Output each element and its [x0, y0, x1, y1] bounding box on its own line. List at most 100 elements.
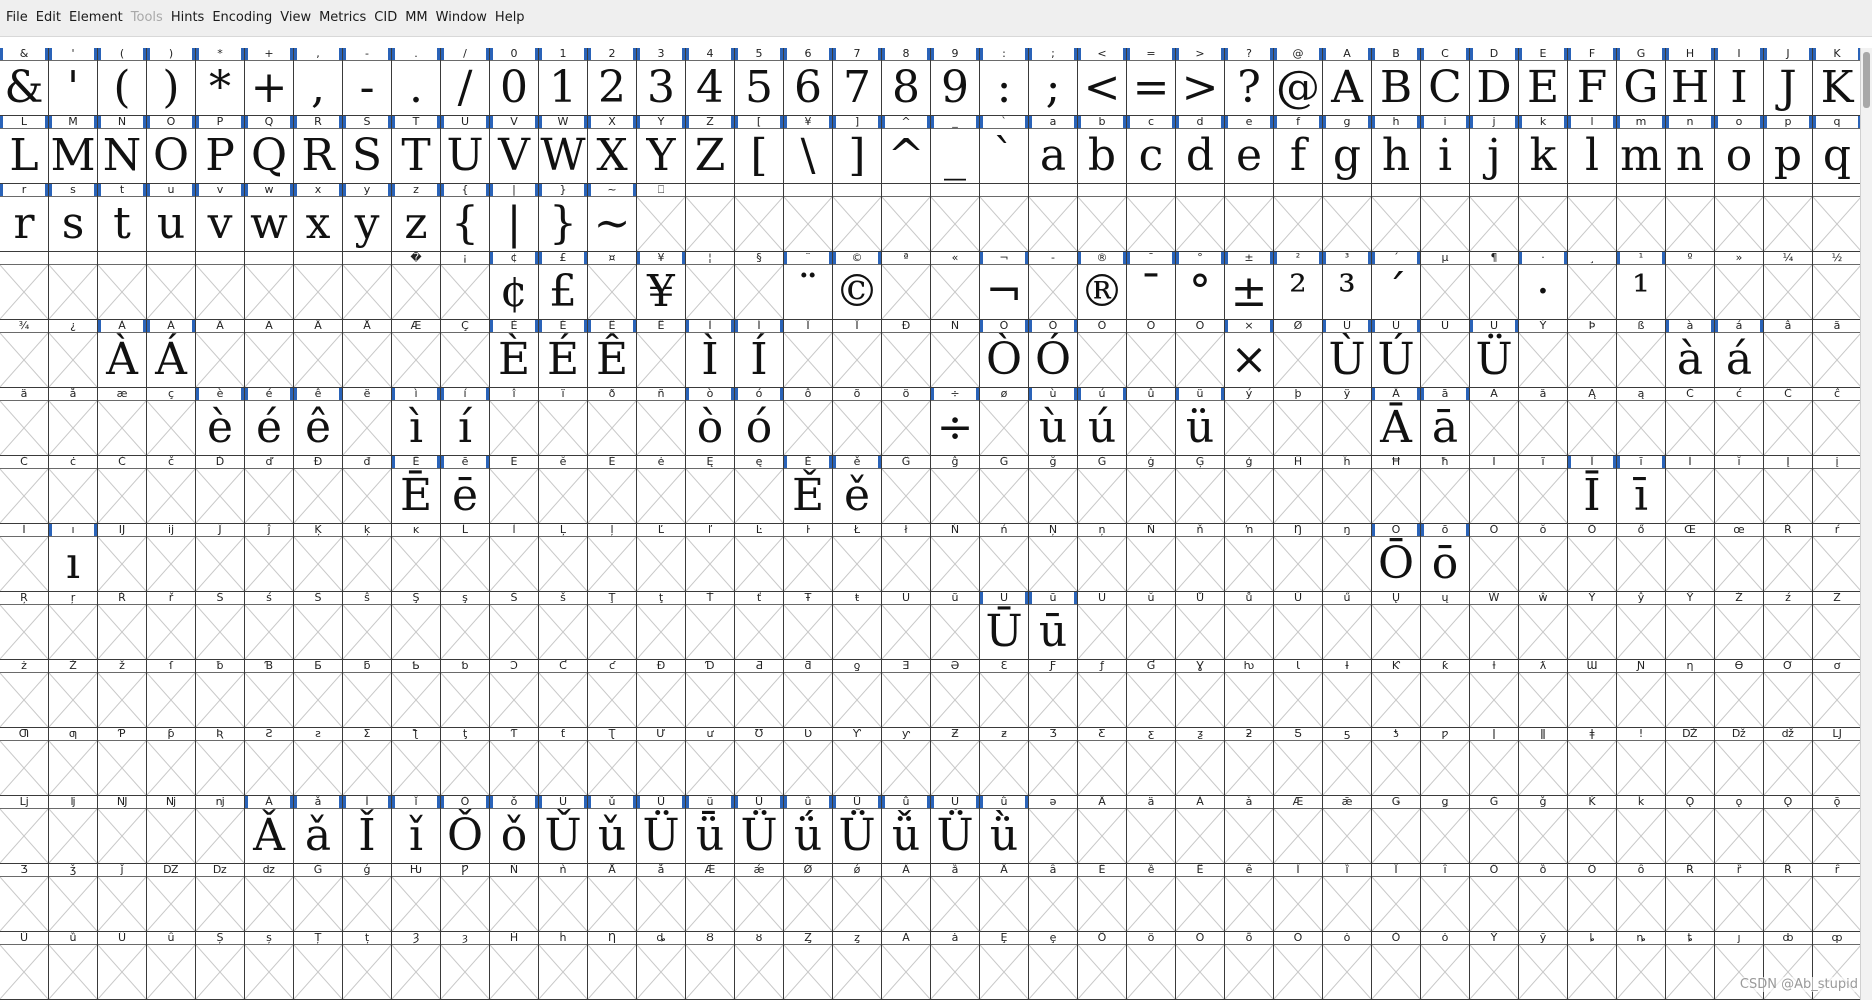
vertical-scrollbar[interactable]	[1860, 48, 1872, 1000]
glyph-cell[interactable]: õ	[833, 388, 882, 456]
glyph-cell[interactable]: ǧ	[1519, 796, 1568, 864]
glyph-cell[interactable]: ll	[1568, 116, 1617, 184]
glyph-cell[interactable]: Ǫ	[1666, 796, 1715, 864]
glyph-cell[interactable]: Ʋ	[784, 728, 833, 796]
glyph-cell[interactable]: ȭ	[1225, 932, 1274, 1000]
glyph-cell[interactable]: ĪĪ	[1568, 456, 1617, 524]
glyph-cell[interactable]: ǰ	[98, 864, 147, 932]
glyph-cell[interactable]	[980, 184, 1029, 252]
glyph-cell[interactable]: ǥ	[1421, 796, 1470, 864]
glyph-cell[interactable]: Č	[98, 456, 147, 524]
glyph-cell[interactable]: ^ ^	[882, 116, 931, 184]
glyph-cell[interactable]: ǛǛ	[931, 796, 980, 864]
glyph-cell[interactable]: ġ	[1127, 456, 1176, 524]
glyph-cell[interactable]: Ə	[931, 660, 980, 728]
glyph-cell[interactable]: ǋ	[147, 796, 196, 864]
glyph-cell[interactable]: ķ	[343, 524, 392, 592]
glyph-cell[interactable]: ÿ	[1323, 388, 1372, 456]
glyph-cell[interactable]: aa	[1029, 116, 1078, 184]
glyph-cell[interactable]: Ķ	[294, 524, 343, 592]
glyph-cell[interactable]: vv	[196, 184, 245, 252]
glyph-cell[interactable]: Ȳ	[1470, 932, 1519, 1000]
glyph-cell[interactable]: Ǧ	[1470, 796, 1519, 864]
glyph-cell[interactable]: ĭ	[1715, 456, 1764, 524]
glyph-cell[interactable]: 22	[588, 48, 637, 116]
glyph-cell[interactable]: ǿ	[833, 864, 882, 932]
glyph-cell[interactable]: ùù	[1029, 388, 1078, 456]
glyph-cell[interactable]: ñ	[637, 388, 686, 456]
glyph-cell[interactable]: Ų	[1372, 592, 1421, 660]
glyph-cell[interactable]: ƅ	[441, 660, 490, 728]
glyph-cell[interactable]: ŉ	[1225, 524, 1274, 592]
glyph-cell[interactable]: Õ	[1127, 320, 1176, 388]
glyph-cell[interactable]: ǝ	[1029, 796, 1078, 864]
glyph-cell[interactable]: Ä	[294, 320, 343, 388]
glyph-cell[interactable]: ƀ	[196, 660, 245, 728]
glyph-cell[interactable]: > >	[1176, 48, 1225, 116]
glyph-cell[interactable]: Ǿ	[784, 864, 833, 932]
glyph-cell[interactable]: 55	[735, 48, 784, 116]
glyph-cell[interactable]: àà	[1666, 320, 1715, 388]
glyph-cell[interactable]: ƛ	[1519, 660, 1568, 728]
glyph-cell[interactable]: íí	[441, 388, 490, 456]
glyph-cell[interactable]: Ň	[1127, 524, 1176, 592]
glyph-cell[interactable]: 88	[882, 48, 931, 116]
glyph-cell[interactable]: ė	[637, 456, 686, 524]
glyph-cell[interactable]	[1421, 184, 1470, 252]
glyph-cell[interactable]: ÁÁ	[147, 320, 196, 388]
glyph-cell[interactable]: Ĥ	[1274, 456, 1323, 524]
glyph-cell[interactable]: Ȯ	[1274, 932, 1323, 1000]
glyph-cell[interactable]	[931, 184, 980, 252]
glyph-cell[interactable]: ÌÌ	[686, 320, 735, 388]
glyph-cell[interactable]: TT	[392, 116, 441, 184]
glyph-cell[interactable]: --	[343, 48, 392, 116]
glyph-cell[interactable]: JJ	[1764, 48, 1813, 116]
glyph-cell[interactable]: hh	[1372, 116, 1421, 184]
glyph-cell[interactable]: Ɣ	[1176, 660, 1225, 728]
glyph-cell[interactable]: Ô	[1078, 320, 1127, 388]
glyph-cell[interactable]: RR	[294, 116, 343, 184]
glyph-cell[interactable]: Ţ	[588, 592, 637, 660]
glyph-cell[interactable]: Ę	[686, 456, 735, 524]
glyph-cell[interactable]: ÓÓ	[1029, 320, 1078, 388]
glyph-cell[interactable]: Ƭ	[490, 728, 539, 796]
glyph-cell[interactable]: ǕǕ	[637, 796, 686, 864]
glyph-cell[interactable]: Ɲ	[1617, 660, 1666, 728]
glyph-cell[interactable]: 33	[637, 48, 686, 116]
glyph-cell[interactable]: Ɩ	[1274, 660, 1323, 728]
glyph-cell[interactable]: ¸	[1568, 252, 1617, 320]
glyph-cell[interactable]: cc	[1127, 116, 1176, 184]
glyph-cell[interactable]: Ǽ	[686, 864, 735, 932]
glyph-cell[interactable]: ƞ	[1666, 660, 1715, 728]
glyph-cell[interactable]: gg	[1323, 116, 1372, 184]
glyph-cell[interactable]: ć	[1715, 388, 1764, 456]
glyph-cell[interactable]: Ƕ	[392, 864, 441, 932]
glyph-cell[interactable]: Ŕ	[1764, 524, 1813, 592]
glyph-cell[interactable]: Ơ	[1764, 660, 1813, 728]
glyph-cell[interactable]: ((	[98, 48, 147, 116]
glyph-cell[interactable]: ǽ	[735, 864, 784, 932]
glyph-cell[interactable]: Ŭ	[1078, 592, 1127, 660]
glyph-cell[interactable]: Ȍ	[1470, 864, 1519, 932]
glyph-cell[interactable]: ĵ	[245, 524, 294, 592]
glyph-cell[interactable]: æ	[98, 388, 147, 456]
glyph-cell[interactable]: Ǉ	[1813, 728, 1860, 796]
glyph-cell[interactable]: ĺ	[490, 524, 539, 592]
glyph-cell[interactable]: Ɛ	[980, 660, 1029, 728]
menu-help[interactable]: Help	[491, 7, 529, 29]
glyph-cell[interactable]: Ƿ	[441, 864, 490, 932]
glyph-cell[interactable]: Ď	[196, 456, 245, 524]
glyph-cell[interactable]: Ł	[833, 524, 882, 592]
glyph-cell[interactable]: kk	[1519, 116, 1568, 184]
glyph-cell[interactable]: Ƙ	[1372, 660, 1421, 728]
glyph-cell[interactable]: Ȭ	[1176, 932, 1225, 1000]
glyph-cell[interactable]: ÊÊ	[588, 320, 637, 388]
glyph-cell[interactable]	[245, 252, 294, 320]
glyph-cell[interactable]: Ǆ	[1666, 728, 1715, 796]
glyph-cell[interactable]: 66	[784, 48, 833, 116]
glyph-cell[interactable]: ff	[1274, 116, 1323, 184]
glyph-cell[interactable]: ƭ	[539, 728, 588, 796]
glyph-cell[interactable]: {{	[441, 184, 490, 252]
glyph-cell[interactable]: ZZ	[686, 116, 735, 184]
glyph-cell[interactable]: / /	[441, 48, 490, 116]
